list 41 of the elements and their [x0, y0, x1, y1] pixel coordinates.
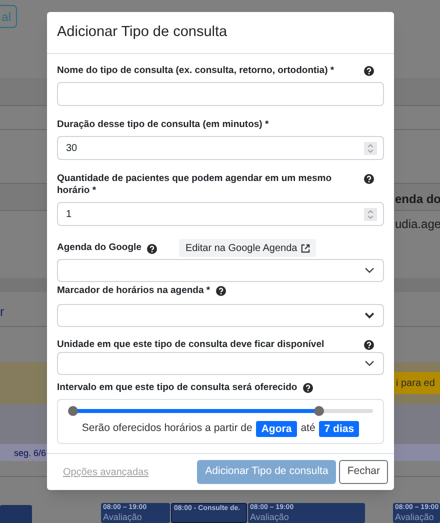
field-label: Unidade em que este tipo de consulta deve ficar disponível: [57, 339, 324, 351]
field-label: Intervalo em que este tipo de consulta será oferecido: [57, 382, 298, 394]
chevron-down-icon: [364, 360, 375, 367]
slider-start-handle[interactable]: [68, 406, 78, 416]
field-label: Marcador de horários na agenda *: [57, 285, 210, 297]
event-title: Avaliação: [103, 512, 142, 522]
event-title: Avaliação: [395, 512, 434, 522]
slider-end-handle[interactable]: [314, 406, 324, 416]
external-link-icon: [301, 244, 310, 252]
help-icon[interactable]: [364, 174, 374, 184]
help-icon[interactable]: [216, 286, 226, 296]
range-sentence: Serão oferecidos horários a partir de: [82, 421, 252, 436]
text-input-field[interactable]: [57, 82, 384, 106]
edit-google-agenda-button[interactable]: Editar na Google Agenda: [179, 239, 316, 257]
help-icon[interactable]: [364, 66, 374, 76]
spinner-icon[interactable]: [364, 208, 377, 220]
field-label: Agenda do Google: [57, 242, 142, 254]
chevron-down-icon: [364, 267, 375, 274]
chevron-down-icon: [364, 312, 375, 319]
modal-title: Adicionar Tipo de consulta: [57, 22, 228, 42]
help-icon[interactable]: [303, 383, 314, 393]
number-input-field[interactable]: 1: [57, 202, 384, 226]
help-icon[interactable]: [147, 244, 158, 254]
spinner-icon[interactable]: [364, 142, 377, 154]
select-field[interactable]: [57, 259, 384, 282]
event-block: [0, 505, 32, 523]
day-label: seg. 6/6: [14, 447, 46, 460]
range-joiner: até: [300, 421, 316, 436]
help-icon[interactable]: [364, 340, 374, 350]
link[interactable]: r: [0, 302, 4, 322]
close-button[interactable]: Fechar: [339, 460, 388, 484]
field-label: Quantidade de pacientes que podem agendar em um mesmo horário *: [57, 173, 333, 197]
select-field[interactable]: [57, 352, 384, 375]
event-title: Avaliação: [250, 512, 289, 522]
field-label: Duração desse tipo de consulta (em minutos) *: [57, 119, 269, 131]
select-field[interactable]: [57, 304, 384, 327]
field-label: Nome do tipo de consulta (ex. consulta, retorno, ortodontia) *: [57, 65, 334, 77]
notice-badge: i para ed: [391, 372, 440, 394]
end-badge: 7 dias: [319, 421, 360, 437]
number-input-field[interactable]: 30: [57, 136, 384, 160]
start-badge: Agora: [256, 421, 297, 437]
